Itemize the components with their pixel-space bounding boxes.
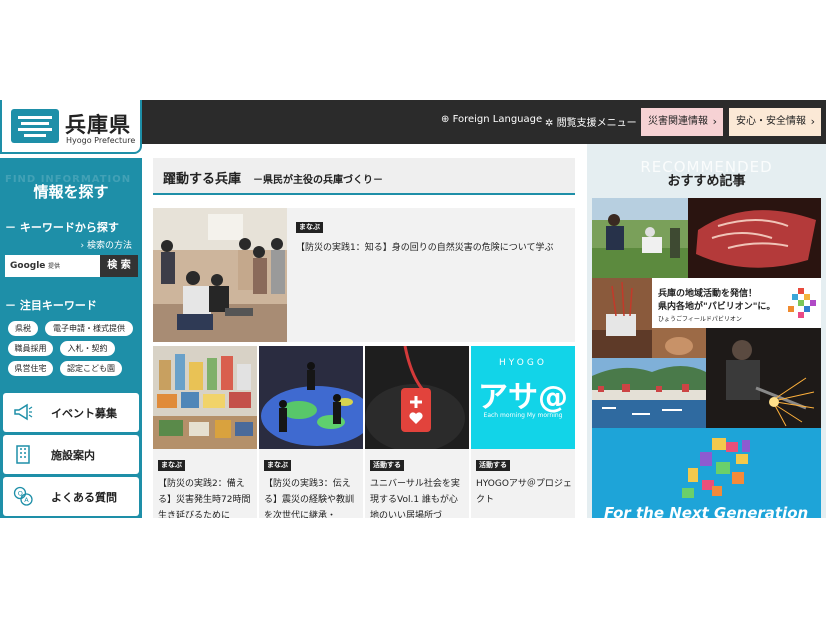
site-logo[interactable]: 兵庫県 Hyogo Prefecture — [0, 100, 142, 154]
hyogo-asa-logo: HYOGO アサ@ Each morning My morning — [471, 346, 575, 449]
facility-guide-button[interactable]: 施設案内 — [3, 435, 139, 474]
logo-title: 兵庫県 — [65, 113, 131, 137]
chevron-right-icon: › — [80, 241, 85, 251]
article-title: ユニバーサル社会を実現するVol.1 誰もが心地のいい居場所づ — [370, 479, 460, 518]
svg-text:A: A — [24, 496, 29, 504]
article-title: 【防災の実践2：備える】災害発生時72時間生き延びるために — [158, 479, 251, 518]
search-button[interactable]: 検 索 — [100, 255, 138, 277]
megaphone-icon — [14, 403, 33, 421]
recommended-photo-beef[interactable] — [688, 198, 821, 278]
article-card-3[interactable]: 活動する ユニバーサル社会を実現するVol.1 誰もが心地のいい居場所づ — [365, 346, 469, 518]
article-photo — [153, 346, 257, 449]
next-generation-title: For the Next Generation — [604, 504, 809, 518]
featured-article-title: 【防災の実践1：知る】身の回りの自然災害の危険について学ぶ — [296, 243, 554, 253]
search-method-link[interactable]: › 検索の方法 — [81, 238, 133, 251]
search-input[interactable]: Google 提供 — [5, 255, 100, 277]
gear-icon: ✲ — [545, 118, 554, 129]
section-subtitle: －県民が主役の兵庫づくり－ — [253, 175, 383, 186]
featured-article[interactable]: まなぶ 【防災の実践1：知る】身の回りの自然災害の危険について学ぶ — [153, 208, 575, 342]
pavilion-mosaic-icon — [788, 288, 816, 318]
category-badge: 活動する — [476, 460, 510, 471]
featured-keywords-heading: － 注目キーワード — [5, 299, 97, 312]
keyword-tag[interactable]: 職員採用 — [8, 341, 53, 356]
globe-icon: ⊕ — [441, 114, 450, 125]
chevron-right-icon: › — [810, 115, 815, 128]
reading-support-menu[interactable]: ✲ 閲覧支援メニュー — [545, 114, 637, 129]
recommended-photo-harbor[interactable] — [592, 358, 706, 428]
sidebar-title: 情報を探す — [33, 183, 109, 201]
foreign-language-link[interactable]: ⊕ Foreign Language — [441, 114, 542, 125]
recommended-photo-farm[interactable] — [592, 198, 688, 278]
hyogo-emblem-icon — [11, 109, 59, 143]
find-information-sidebar: FIND INFORMATION 情報を探す － キーワードから探す › 検索の… — [0, 158, 142, 518]
logo-subtitle: Hyogo Prefecture — [66, 136, 136, 145]
category-badge: まなぶ — [264, 460, 291, 471]
keyword-tag[interactable]: 入札・契約 — [60, 341, 115, 356]
building-icon — [16, 445, 30, 464]
faq-button[interactable]: Q A よくある質問 — [3, 477, 139, 516]
keyword-tag[interactable]: 電子申請・様式提供 — [45, 321, 133, 336]
article-photo — [259, 346, 363, 449]
article-title: 【防災の実践3：伝える】震災の経験や教訓を次世代に継承・ — [264, 479, 355, 518]
article-card-2[interactable]: まなぶ 【防災の実践3：伝える】震災の経験や教訓を次世代に継承・ — [259, 346, 363, 518]
recommended-section: RECOMMENDED おすすめ記事 兵庫の地域活動を発信！ 県内各地が"パビリ… — [587, 144, 826, 518]
section-heading: 躍動する兵庫 －県民が主役の兵庫づくり－ — [153, 158, 575, 195]
keyword-tag[interactable]: 認定こども園 — [60, 361, 122, 376]
disaster-info-button[interactable]: 災害関連情報 › — [641, 108, 723, 136]
svg-text:Q: Q — [18, 490, 23, 498]
article-title: HYOGOアサ＠プロジェクト — [476, 479, 572, 505]
keyword-tag[interactable]: 県営住宅 — [8, 361, 53, 376]
featured-article-photo — [153, 208, 287, 342]
event-recruit-button[interactable]: イベント募集 — [3, 393, 139, 432]
article-photo — [365, 346, 469, 449]
recommended-title: おすすめ記事 — [667, 174, 746, 189]
category-badge: まなぶ — [158, 460, 185, 471]
keyword-search-heading: － キーワードから探す — [5, 221, 119, 234]
article-card-4[interactable]: HYOGO アサ@ Each morning My morning 活動する H… — [471, 346, 575, 518]
qa-bubble-icon: Q A — [13, 486, 33, 506]
recommended-photo-smith[interactable] — [706, 328, 821, 428]
chevron-right-icon: › — [712, 115, 717, 128]
section-title: 躍動する兵庫 — [163, 172, 242, 187]
category-badge: まなぶ — [296, 222, 323, 233]
next-generation-banner[interactable]: For the Next Generation — [592, 428, 821, 518]
article-card-1[interactable]: まなぶ 【防災の実践2：備える】災害発生時72時間生き延びるために — [153, 346, 257, 518]
recommended-photo-pottery[interactable] — [652, 328, 706, 358]
recommended-photo-incense[interactable] — [592, 278, 652, 358]
category-badge: 活動する — [370, 460, 404, 471]
keyword-tag[interactable]: 県税 — [8, 321, 38, 336]
safety-info-button[interactable]: 安心・安全情報 › — [729, 108, 821, 136]
browser-viewport: ⊕ Foreign Language ✲ 閲覧支援メニュー 災害関連情報 › 安… — [0, 100, 826, 518]
